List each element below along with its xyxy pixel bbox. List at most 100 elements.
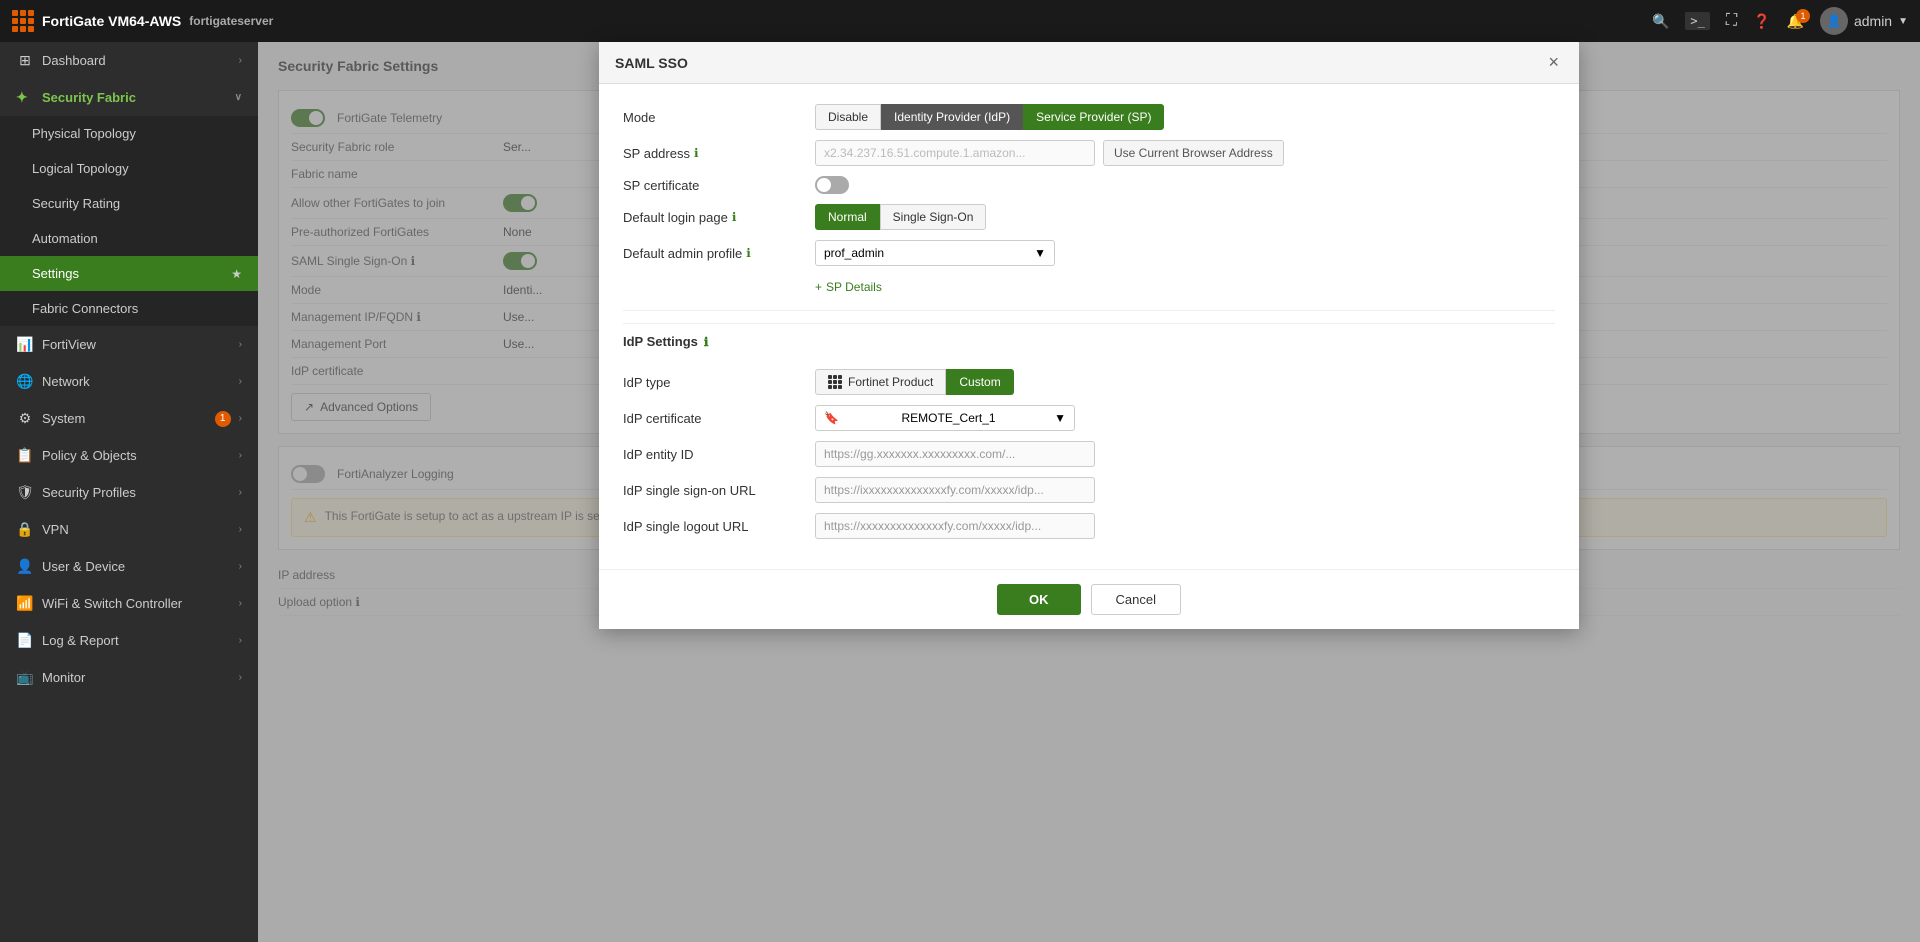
security-fabric-icon: ✦ (16, 89, 34, 106)
idp-logout-url-form-row: IdP single logout URL (623, 513, 1555, 539)
cancel-button[interactable]: Cancel (1091, 584, 1181, 615)
admin-profile-value: prof_admin (824, 246, 884, 260)
sidebar-item-settings[interactable]: Settings ★ (0, 256, 258, 291)
sidebar-sub-label: Fabric Connectors (32, 301, 242, 316)
modal-header: SAML SSO × (599, 42, 1579, 84)
sp-details-button[interactable]: + SP Details (815, 276, 882, 298)
sidebar-item-security-rating[interactable]: Security Rating (0, 186, 258, 221)
logo-area: FortiGate VM64-AWS fortigateserver (12, 10, 273, 32)
chevron-right-icon: › (239, 376, 242, 387)
sp-address-text: SP address (623, 146, 690, 161)
chevron-right-icon: › (239, 55, 242, 66)
sidebar-section-label: Security Fabric (42, 90, 227, 105)
host-name: fortigateserver (189, 14, 273, 28)
sp-cert-form-row: SP certificate (623, 176, 1555, 194)
chevron-right-icon: › (239, 598, 242, 609)
idp-settings-label: IdP Settings (623, 334, 698, 349)
sp-cert-label: SP certificate (623, 178, 803, 193)
sp-address-label: SP address ℹ (623, 146, 803, 161)
idp-logout-url-control (815, 513, 1555, 539)
fortinet-grid-icon (828, 375, 842, 389)
admin-profile-select[interactable]: prof_admin ▼ (815, 240, 1055, 266)
idp-cert-control: 🔖 REMOTE_Cert_1 ▼ (815, 405, 1555, 431)
default-login-info-icon[interactable]: ℹ (732, 210, 737, 224)
search-icon[interactable]: 🔍 (1652, 13, 1669, 30)
chevron-right-icon: › (239, 339, 242, 350)
login-normal-btn[interactable]: Normal (815, 204, 880, 230)
sp-address-input[interactable] (815, 140, 1095, 166)
saml-sso-modal: SAML SSO × Mode Disable Identity Provide… (599, 42, 1579, 629)
idp-cert-select[interactable]: 🔖 REMOTE_Cert_1 ▼ (815, 405, 1075, 431)
sidebar-item-physical-topology[interactable]: Physical Topology (0, 116, 258, 151)
dropdown-chevron-icon: ▼ (1034, 246, 1046, 260)
sidebar-item-vpn[interactable]: 🔒 VPN › (0, 511, 258, 548)
sidebar-sub-label: Settings (32, 266, 223, 281)
idp-sso-url-input[interactable] (815, 477, 1095, 503)
mode-button-group: Disable Identity Provider (IdP) Service … (815, 104, 1164, 130)
sidebar-item-wifi-switch[interactable]: 📶 WiFi & Switch Controller › (0, 585, 258, 622)
modal-close-button[interactable]: × (1544, 52, 1563, 73)
modal-title: SAML SSO (615, 55, 688, 71)
idp-fortinet-btn[interactable]: Fortinet Product (815, 369, 946, 395)
idp-type-button-group: Fortinet Product Custom (815, 369, 1014, 395)
sidebar-sub-label: Security Rating (32, 196, 242, 211)
sidebar-item-dashboard[interactable]: ⊞ Dashboard › (0, 42, 258, 79)
plus-icon: + (815, 280, 822, 294)
mode-idp-btn[interactable]: Identity Provider (IdP) (881, 104, 1023, 130)
dashboard-icon: ⊞ (16, 52, 34, 69)
admin-profile-info-icon[interactable]: ℹ (746, 246, 751, 260)
default-login-form-row: Default login page ℹ Normal Single Sign-… (623, 204, 1555, 230)
notification-bell[interactable]: 🔔 1 (1787, 13, 1804, 30)
sidebar-item-fortiview[interactable]: 📊 FortiView › (0, 326, 258, 363)
sidebar-item-user-device[interactable]: 👤 User & Device › (0, 548, 258, 585)
login-page-button-group: Normal Single Sign-On (815, 204, 986, 230)
chevron-right-icon: › (239, 450, 242, 461)
sidebar-item-monitor[interactable]: 📺 Monitor › (0, 659, 258, 696)
idp-settings-info-icon[interactable]: ℹ (704, 335, 709, 349)
sidebar-item-label: Log & Report (42, 633, 231, 648)
help-icon[interactable]: ❓ (1753, 13, 1770, 30)
use-browser-address-button[interactable]: Use Current Browser Address (1103, 140, 1284, 166)
sidebar-item-network[interactable]: 🌐 Network › (0, 363, 258, 400)
sidebar-item-logical-topology[interactable]: Logical Topology (0, 151, 258, 186)
sidebar-item-security-profiles[interactable]: 🛡 Security Profiles › (0, 474, 258, 511)
idp-sso-url-form-row: IdP single sign-on URL (623, 477, 1555, 503)
sidebar-item-security-fabric[interactable]: ✦ Security Fabric ∨ (0, 79, 258, 116)
login-sso-btn[interactable]: Single Sign-On (880, 204, 987, 230)
chevron-right-icon: › (239, 487, 242, 498)
user-icon: 👤 (16, 558, 34, 575)
idp-custom-btn[interactable]: Custom (946, 369, 1013, 395)
sp-cert-toggle[interactable] (815, 176, 849, 194)
system-icon: ⚙ (16, 410, 34, 427)
system-badge: 1 (215, 411, 231, 427)
sp-details-label: SP Details (826, 280, 882, 294)
mode-disable-btn[interactable]: Disable (815, 104, 881, 130)
fullscreen-icon[interactable]: ⛶ (1726, 12, 1737, 30)
mode-sp-btn[interactable]: Service Provider (SP) (1023, 104, 1164, 130)
chevron-right-icon: › (239, 524, 242, 535)
admin-profile-text: Default admin profile (623, 246, 742, 261)
sp-address-info-icon[interactable]: ℹ (694, 146, 699, 160)
wifi-icon: 📶 (16, 595, 34, 612)
idp-entity-id-input[interactable] (815, 441, 1095, 467)
sidebar-item-fabric-connectors[interactable]: Fabric Connectors (0, 291, 258, 326)
idp-logout-url-input[interactable] (815, 513, 1095, 539)
modal-footer: OK Cancel (599, 569, 1579, 629)
sidebar-item-policy-objects[interactable]: 📋 Policy & Objects › (0, 437, 258, 474)
ok-button[interactable]: OK (997, 584, 1081, 615)
idp-type-form-row: IdP type Fortinet Product (623, 369, 1555, 395)
mode-control-area: Disable Identity Provider (IdP) Service … (815, 104, 1555, 130)
idp-logout-url-label: IdP single logout URL (623, 519, 803, 534)
sidebar-item-system[interactable]: ⚙ System 1 › (0, 400, 258, 437)
sidebar-item-label: Network (42, 374, 231, 389)
terminal-icon[interactable]: >_ (1685, 12, 1709, 30)
sidebar-item-log-report[interactable]: 📄 Log & Report › (0, 622, 258, 659)
chevron-right-icon: › (239, 413, 242, 424)
modal-body: Mode Disable Identity Provider (IdP) Ser… (599, 84, 1579, 569)
sidebar-item-automation[interactable]: Automation (0, 221, 258, 256)
sidebar-sub-label: Automation (32, 231, 242, 246)
sidebar-item-label: Monitor (42, 670, 231, 685)
star-icon: ★ (231, 267, 242, 281)
admin-menu[interactable]: 👤 admin ▼ (1820, 7, 1908, 35)
main-content: Security Fabric Settings FortiGate Telem… (258, 42, 1920, 942)
